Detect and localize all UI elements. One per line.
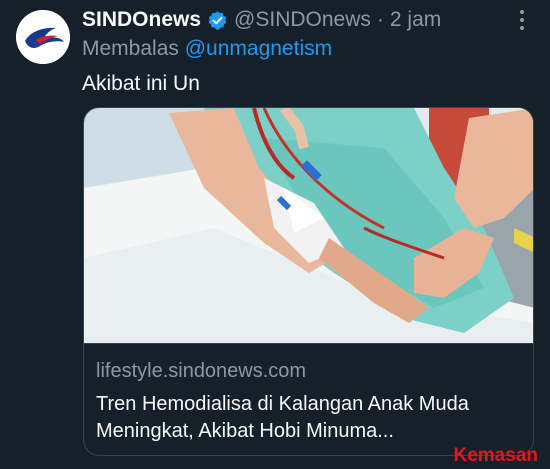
avatar[interactable] xyxy=(16,10,70,64)
tweet-text: Akibat ini Un xyxy=(82,72,200,95)
card-image xyxy=(84,108,533,343)
tweet-timestamp[interactable]: 2 jam xyxy=(390,8,441,32)
watermark-text: Kemasan xyxy=(453,445,539,466)
replying-to-mention[interactable]: @unmagnetism xyxy=(185,37,332,60)
verified-badge-icon[interactable] xyxy=(207,10,228,31)
sindonews-logo xyxy=(16,10,70,64)
account-name[interactable]: SINDOnews xyxy=(82,8,201,32)
card-body: lifestyle.sindonews.com Tren Hemodialisa… xyxy=(84,343,533,455)
tweet-header: SINDOnews @SINDOnews · 2 jam xyxy=(82,6,441,34)
replying-to: Membalas @unmagnetism xyxy=(82,37,332,61)
card-domain: lifestyle.sindonews.com xyxy=(96,360,307,382)
more-options-icon[interactable] xyxy=(512,10,532,30)
link-preview-card[interactable]: lifestyle.sindonews.com Tren Hemodialisa… xyxy=(83,107,534,456)
separator-dot: · xyxy=(376,8,384,31)
card-title[interactable]: Tren Hemodialisa di Kalangan Anak Muda M… xyxy=(96,391,526,445)
account-handle[interactable]: @SINDOnews xyxy=(234,8,371,32)
replying-prefix: Membalas xyxy=(82,37,179,60)
